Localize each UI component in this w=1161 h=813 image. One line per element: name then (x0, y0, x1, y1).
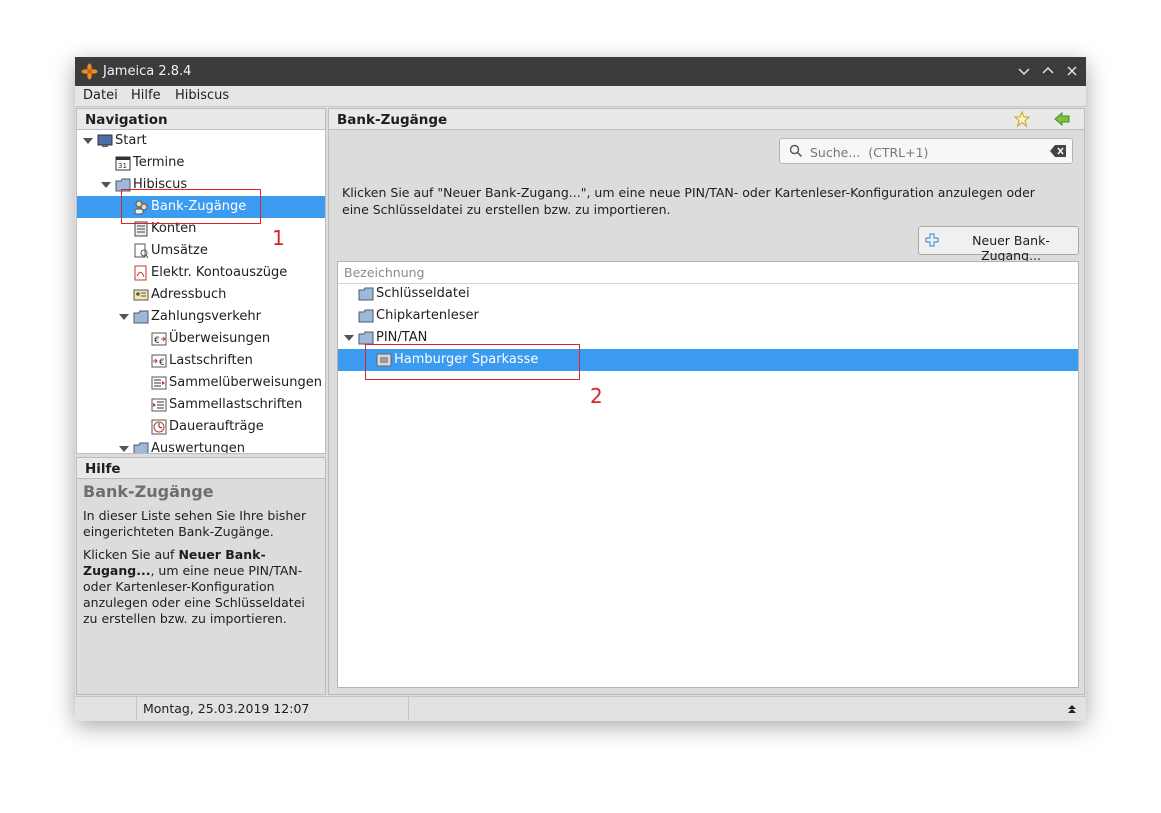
new-bank-access-button[interactable]: Neuer Bank-Zugang... (918, 226, 1079, 263)
window-title: Jameica 2.8.4 (103, 64, 192, 79)
search-box[interactable] (779, 138, 1073, 164)
tree-label: Termine (133, 155, 185, 170)
tree-item-kontoauszuege[interactable]: Elektr. Kontoauszüge (77, 262, 325, 284)
menu-datei[interactable]: Datei (83, 88, 118, 103)
expand-arrow-icon[interactable] (83, 138, 93, 144)
close-icon[interactable] (1064, 63, 1080, 79)
bank-access-tree-table[interactable]: Bezeichnung Schlüsseldatei Chipkartenles… (337, 261, 1079, 688)
jameica-logo-icon (81, 63, 98, 80)
tree-item-sammelueberweisungen[interactable]: Sammelüberweisungen (77, 372, 325, 394)
column-header-bezeichnung[interactable]: Bezeichnung (338, 262, 1078, 284)
expand-arrow-icon[interactable] (119, 446, 129, 452)
expand-arrow-icon[interactable] (119, 314, 129, 320)
status-segment (137, 697, 409, 720)
status-segment (75, 697, 137, 720)
annotation-number-2: 2 (590, 384, 603, 408)
tree-item-termine[interactable]: 31 Termine (77, 152, 325, 174)
address-card-icon (133, 289, 149, 301)
transfer-out-icon: € (151, 332, 167, 346)
tree-item-adressbuch[interactable]: Adressbuch (77, 284, 325, 306)
calendar-icon: 31 (115, 156, 131, 171)
tree-item-start[interactable]: Start (77, 130, 325, 152)
computer-icon (97, 134, 113, 147)
batch-debit-icon (151, 398, 167, 412)
tree-item-ueberweisungen[interactable]: € Überweisungen (77, 328, 325, 350)
tree-item-dauerauftraege[interactable]: Daueraufträge (77, 416, 325, 438)
navigation-header: Navigation (76, 108, 326, 130)
search-icon (789, 144, 803, 158)
menu-hibiscus[interactable]: Hibiscus (175, 88, 229, 103)
info-text: Klicken Sie auf "Neuer Bank-Zugang...", … (342, 185, 1035, 217)
expand-arrow-icon[interactable] (101, 182, 111, 188)
annotation-box-1 (121, 189, 261, 224)
table-row-schluesseldatei[interactable]: Schlüsseldatei (338, 283, 1078, 305)
help-paragraph-2: Klicken Sie auf Neuer Bank-Zugang..., um… (83, 547, 319, 627)
back-arrow-icon[interactable] (1053, 110, 1071, 128)
menu-hilfe[interactable]: Hilfe (131, 88, 161, 103)
app-window: Jameica 2.8.4 Datei Hilfe Hibiscus Navig… (75, 57, 1086, 721)
plus-icon (925, 233, 939, 247)
row-label: PIN/TAN (376, 330, 428, 345)
annotation-number-1: 1 (272, 226, 285, 250)
expand-arrow-icon[interactable] (344, 335, 354, 341)
tree-label: Elektr. Kontoauszüge (151, 265, 288, 280)
tree-label: Zahlungsverkehr (151, 309, 261, 324)
tree-label: Sammellastschriften (169, 397, 303, 412)
tree-label: Lastschriften (169, 353, 253, 368)
minimize-icon[interactable] (1016, 63, 1032, 79)
new-bank-access-label: Neuer Bank-Zugang... (972, 233, 1050, 263)
document-search-icon (134, 243, 149, 259)
help-text: Klicken Sie auf (83, 547, 179, 562)
svg-text:€: € (154, 336, 160, 346)
help-heading: Bank-Zugänge (83, 482, 214, 501)
tree-label: Daueraufträge (169, 419, 264, 434)
batch-transfer-icon (151, 376, 167, 390)
svg-text:31: 31 (118, 162, 127, 170)
pdf-icon (134, 265, 147, 281)
table-row-chipkartenleser[interactable]: Chipkartenleser (338, 305, 1078, 327)
row-label: Chipkartenleser (376, 308, 479, 323)
navigation-tree[interactable]: Start 31 Termine Hibiscus Bank-Zugänge K… (76, 130, 326, 454)
page-title: Bank-Zugänge (337, 112, 448, 128)
tree-label: Sammelüberweisungen (169, 375, 322, 390)
tree-label: Adressbuch (151, 287, 227, 302)
help-paragraph-1: In dieser Liste sehen Sie Ihre bisher ei… (83, 508, 307, 539)
tree-label: Auswertungen (151, 441, 245, 454)
folder-icon (358, 287, 374, 301)
help-panel: Bank-Zugänge In dieser Liste sehen Sie I… (76, 479, 326, 695)
help-header: Hilfe (76, 457, 326, 479)
annotation-box-2 (365, 344, 580, 380)
tree-label: Start (115, 133, 147, 148)
maximize-icon[interactable] (1040, 63, 1056, 79)
main-header: Bank-Zugänge (328, 108, 1085, 130)
tree-label: Umsätze (151, 243, 208, 258)
row-label: Schlüsseldatei (376, 286, 470, 301)
tree-item-lastschriften[interactable]: € Lastschriften (77, 350, 325, 372)
tree-item-sammellastschriften[interactable]: Sammellastschriften (77, 394, 325, 416)
clear-search-icon[interactable] (1050, 145, 1066, 157)
transfer-in-icon: € (151, 354, 167, 368)
column-header-label: Bezeichnung (344, 265, 425, 280)
tree-label: Überweisungen (169, 331, 271, 346)
tree-item-auswertungen[interactable]: Auswertungen (77, 438, 325, 454)
status-bar: Montag, 25.03.2019 12:07 (75, 696, 1086, 721)
svg-text:€: € (159, 358, 165, 368)
folder-icon (358, 309, 374, 323)
clock-icon (151, 419, 167, 435)
folder-icon (133, 310, 149, 324)
star-icon[interactable] (1013, 110, 1031, 128)
menu-bar: Datei Hilfe Hibiscus (75, 86, 1086, 107)
tree-item-zahlungsverkehr[interactable]: Zahlungsverkehr (77, 306, 325, 328)
tree-item-umsaetze[interactable]: Umsätze (77, 240, 325, 262)
main-content: Klicken Sie auf "Neuer Bank-Zugang...", … (328, 130, 1085, 695)
folder-icon (133, 442, 149, 453)
double-chevron-up-icon[interactable] (1066, 703, 1078, 715)
title-bar: Jameica 2.8.4 (75, 57, 1086, 86)
search-input[interactable] (808, 142, 1042, 162)
